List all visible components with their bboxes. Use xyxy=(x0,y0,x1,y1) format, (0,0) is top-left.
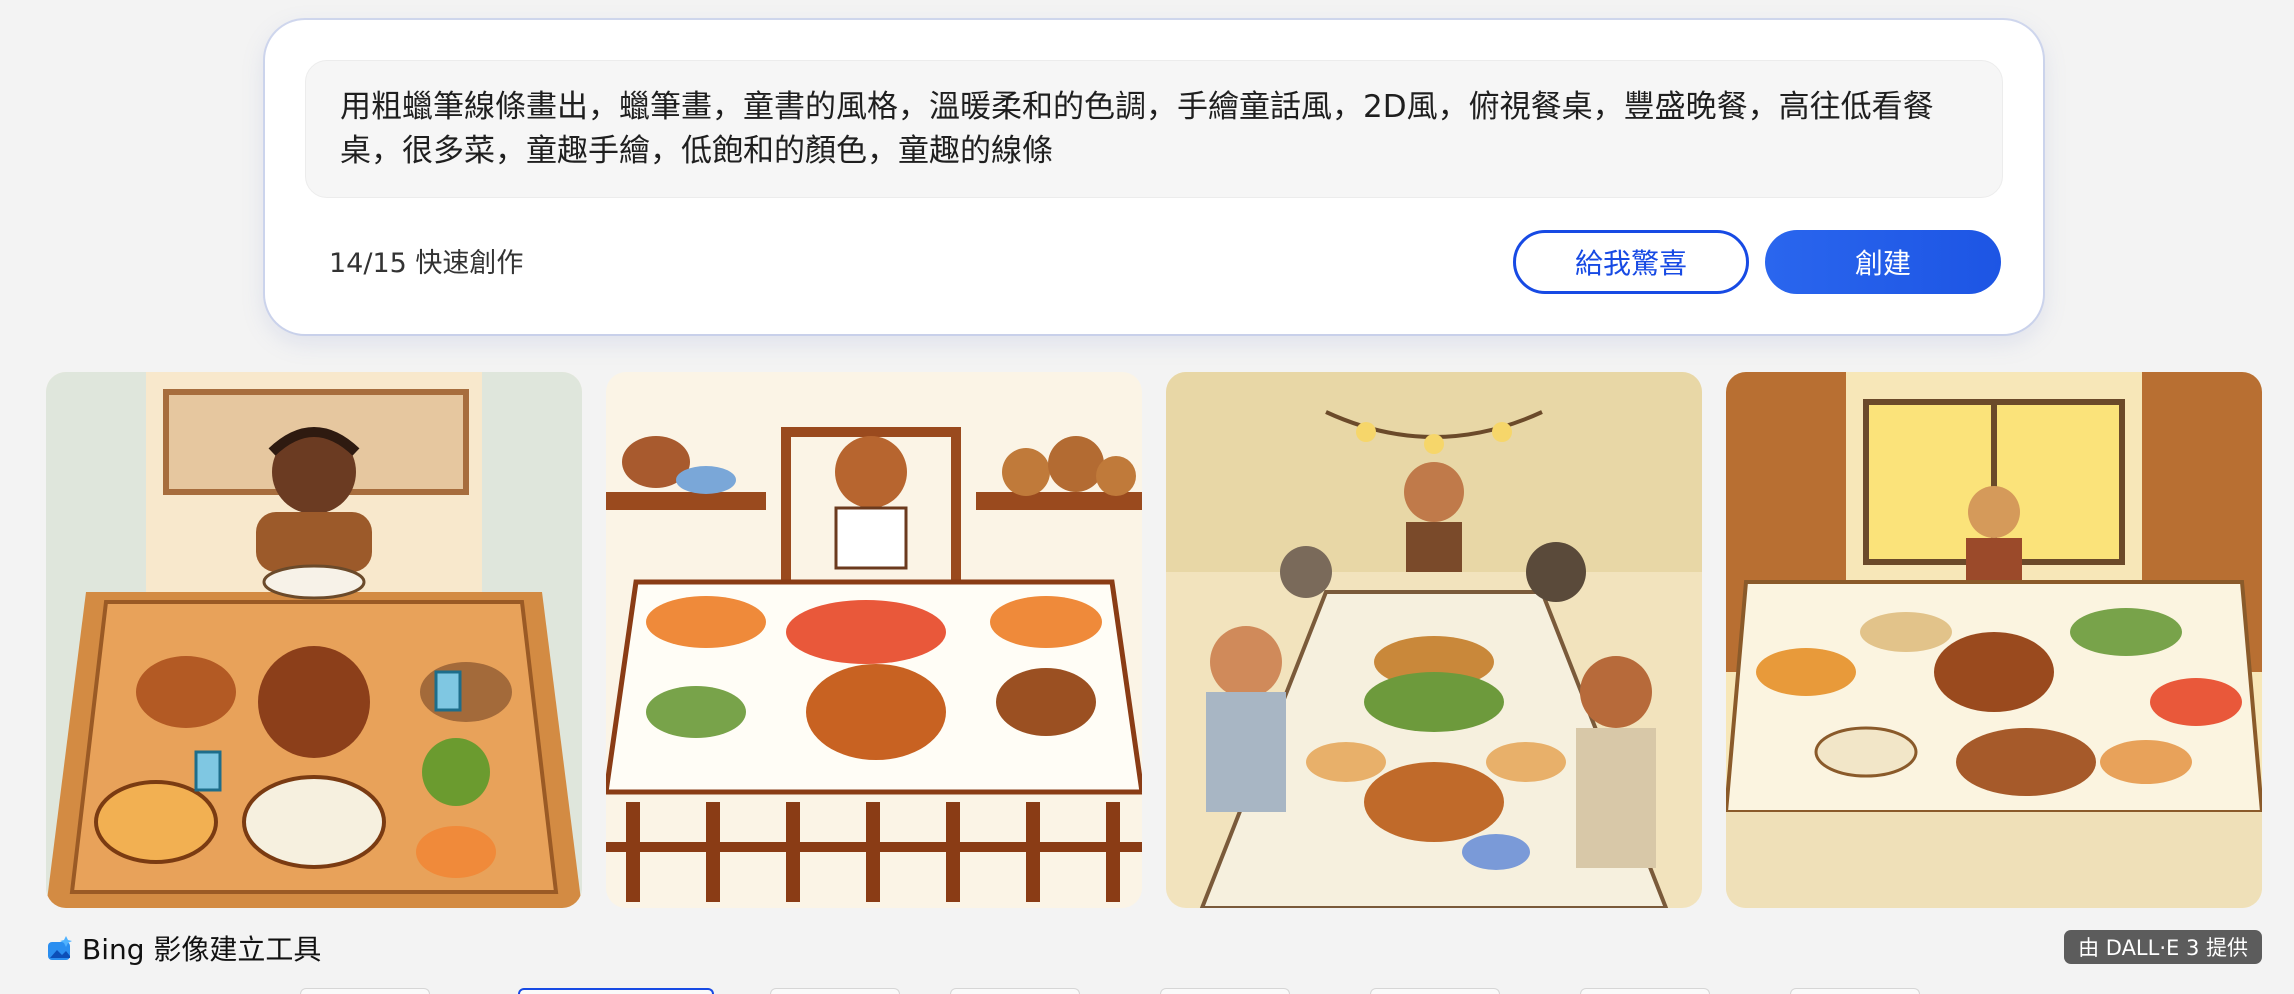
bottom-tab[interactable] xyxy=(1580,988,1710,994)
bottom-tab[interactable] xyxy=(1160,988,1290,994)
prompt-card: 用粗蠟筆線條畫出，蠟筆畫，童書的風格，溫暖柔和的色調，手繪童話風，2D風，俯視餐… xyxy=(265,20,2043,334)
bottom-tab-strip xyxy=(300,988,2000,994)
generated-image-4[interactable] xyxy=(1726,372,2262,908)
bottom-tab[interactable] xyxy=(770,988,900,994)
brand-label: Bing 影像建立工具 xyxy=(82,933,322,966)
bing-image-creator-brand[interactable]: Bing 影像建立工具 xyxy=(46,928,321,968)
bottom-tab-active[interactable] xyxy=(518,988,714,994)
prompt-input[interactable]: 用粗蠟筆線條畫出，蠟筆畫，童書的風格，溫暖柔和的色調，手繪童話風，2D風，俯視餐… xyxy=(305,60,2003,198)
bottom-tab[interactable] xyxy=(950,988,1080,994)
generated-image-2[interactable] xyxy=(606,372,1142,908)
image-gallery xyxy=(46,372,2262,908)
bottom-tab[interactable] xyxy=(1370,988,1500,994)
bottom-tab[interactable] xyxy=(300,988,430,994)
bottom-tab[interactable] xyxy=(1790,988,1920,994)
boost-quota: 14/15 快速創作 xyxy=(329,248,524,279)
image-3-illustration xyxy=(1166,372,1702,908)
image-2-illustration xyxy=(606,372,1142,908)
image-creator-icon xyxy=(48,936,72,960)
generated-image-1[interactable] xyxy=(46,372,582,908)
surprise-me-button[interactable]: 給我驚喜 xyxy=(1513,230,1749,294)
dalle-badge: 由 DALL·E 3 提供 xyxy=(2064,930,2262,964)
create-button[interactable]: 創建 xyxy=(1765,230,2001,294)
image-1-illustration xyxy=(46,372,582,908)
image-4-illustration xyxy=(1726,372,2262,908)
generated-image-3[interactable] xyxy=(1166,372,1702,908)
